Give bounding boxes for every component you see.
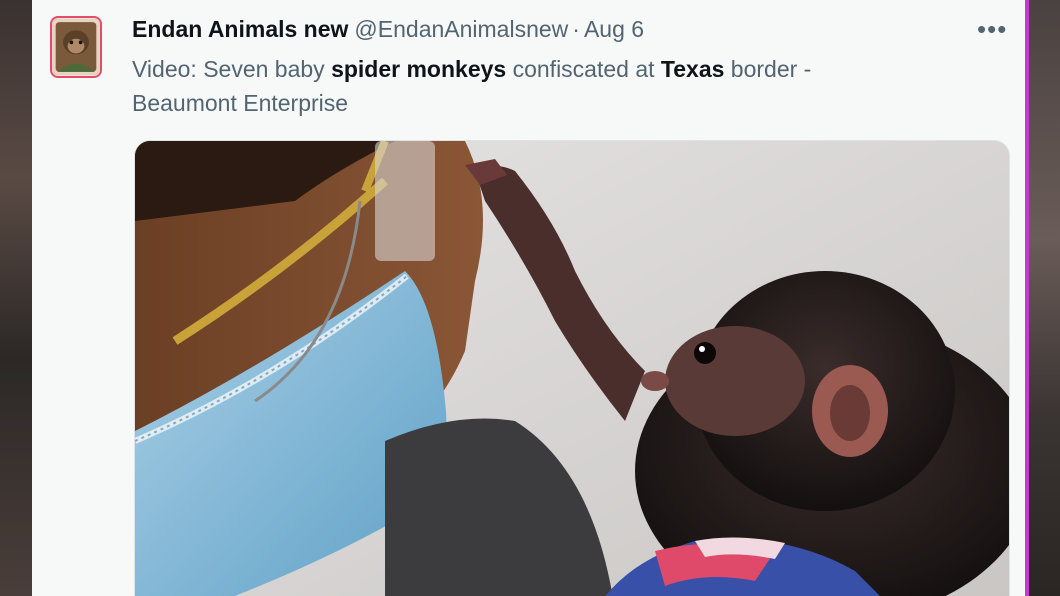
text-part: border - — [724, 56, 812, 82]
tweet-text: Video: Seven baby spider monkeys confisc… — [132, 52, 952, 120]
separator-dot: · — [572, 16, 580, 42]
text-bold-spider-monkeys: spider monkeys — [331, 56, 507, 82]
accent-border — [1025, 0, 1029, 596]
text-part: confiscated at — [506, 56, 661, 82]
background-blur-right — [1029, 0, 1060, 596]
tweet-card[interactable]: Endan Animals new @EndanAnimalsnew · Aug 6 … — [32, 0, 1025, 596]
text-part: Video: Seven baby — [132, 56, 332, 82]
tweet-date[interactable]: Aug 6 — [584, 16, 644, 42]
display-name[interactable]: Endan Animals new — [132, 16, 348, 42]
text-part-source: Beaumont Enterprise — [132, 90, 349, 116]
background-blur-left — [0, 0, 32, 596]
tweet-header: Endan Animals new @EndanAnimalsnew · Aug 6 — [132, 14, 1005, 44]
user-handle[interactable]: @EndanAnimalsnew — [354, 16, 568, 42]
photo-monkey-and-caretaker — [135, 141, 1009, 596]
avatar-image — [52, 18, 100, 76]
tweet-media-photo[interactable] — [134, 140, 1010, 596]
more-options-icon[interactable]: ••• — [977, 14, 1007, 44]
avatar[interactable] — [50, 16, 102, 78]
text-bold-texas: Texas — [660, 56, 725, 82]
